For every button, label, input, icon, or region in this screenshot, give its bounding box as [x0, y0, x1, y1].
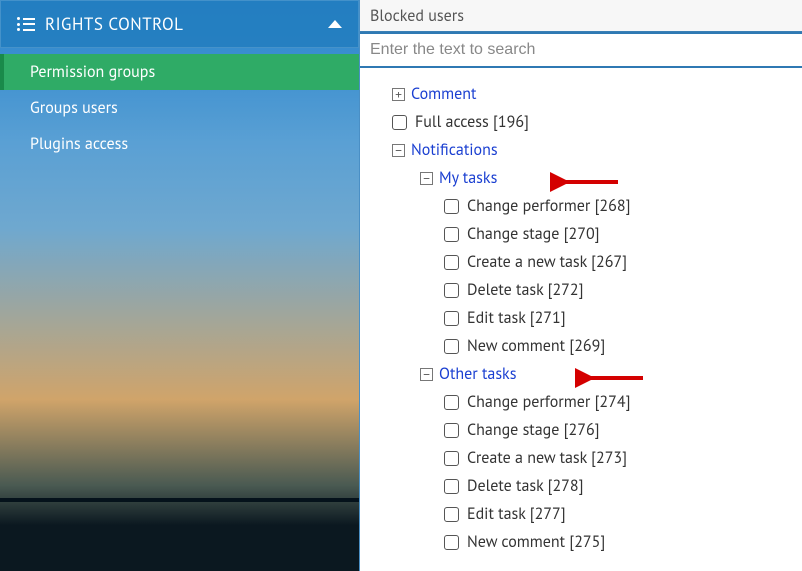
tree-label: Full access [196]: [415, 112, 529, 132]
sidebar-item-label: Groups users: [30, 98, 118, 118]
tree-label[interactable]: My tasks: [439, 168, 497, 188]
main-panel: Blocked users + Comment Full access [196…: [359, 0, 802, 571]
checkbox[interactable]: [444, 283, 459, 298]
tree-leaf[interactable]: New comment [275]: [364, 528, 798, 556]
sidebar-title: RIGHTS CONTROL: [45, 13, 183, 35]
tree-leaf[interactable]: Change stage [270]: [364, 220, 798, 248]
tree-label: New comment [275]: [467, 532, 605, 552]
checkbox[interactable]: [444, 255, 459, 270]
collapse-icon[interactable]: −: [420, 368, 433, 381]
tree-label: Delete task [272]: [467, 280, 583, 300]
checkbox[interactable]: [444, 311, 459, 326]
tree-label: New comment [269]: [467, 336, 605, 356]
search-bar: [360, 32, 802, 68]
tree-label: Change stage [276]: [467, 420, 600, 440]
checkbox[interactable]: [444, 451, 459, 466]
tree-leaf[interactable]: Delete task [278]: [364, 472, 798, 500]
tree-leaf[interactable]: Change performer [274]: [364, 388, 798, 416]
sidebar-header-rights-control[interactable]: RIGHTS CONTROL: [0, 0, 359, 48]
tree-leaf[interactable]: Create a new task [273]: [364, 444, 798, 472]
checkbox[interactable]: [392, 115, 407, 130]
sidebar-item-label: Plugins access: [30, 134, 128, 154]
collapse-icon[interactable]: −: [420, 172, 433, 185]
tree-label: Edit task [277]: [467, 504, 566, 524]
collapse-icon[interactable]: −: [392, 144, 405, 157]
tree-label[interactable]: Comment: [411, 84, 476, 104]
checkbox[interactable]: [444, 339, 459, 354]
tree-leaf[interactable]: New comment [269]: [364, 332, 798, 360]
tree-label: Change performer [274]: [467, 392, 630, 412]
sidebar: RIGHTS CONTROL Permission groups Groups …: [0, 0, 359, 571]
checkbox[interactable]: [444, 227, 459, 242]
sidebar-item-plugins-access[interactable]: Plugins access: [0, 126, 359, 162]
sidebar-items: Permission groups Groups users Plugins a…: [0, 48, 359, 162]
page-title: Blocked users: [370, 6, 464, 26]
tree-leaf[interactable]: Change stage [276]: [364, 416, 798, 444]
chevron-up-icon: [328, 20, 342, 28]
tree-leaf[interactable]: Create a new task [267]: [364, 248, 798, 276]
expand-icon[interactable]: +: [392, 88, 405, 101]
tree-node-notifications[interactable]: − Notifications: [364, 136, 798, 164]
checkbox[interactable]: [444, 423, 459, 438]
tree-node-other-tasks[interactable]: − Other tasks: [364, 360, 798, 388]
tree-node-comment[interactable]: + Comment: [364, 80, 798, 108]
sidebar-item-permission-groups[interactable]: Permission groups: [0, 54, 359, 90]
sidebar-item-label: Permission groups: [30, 62, 155, 82]
tree-label: Create a new task [273]: [467, 448, 627, 468]
checkbox[interactable]: [444, 535, 459, 550]
tree-label: Edit task [271]: [467, 308, 566, 328]
tree-leaf[interactable]: Change performer [268]: [364, 192, 798, 220]
list-icon: [17, 17, 35, 31]
tree-leaf[interactable]: Delete task [272]: [364, 276, 798, 304]
tree-node-my-tasks[interactable]: − My tasks: [364, 164, 798, 192]
tree-node-full-access[interactable]: Full access [196]: [364, 108, 798, 136]
checkbox[interactable]: [444, 479, 459, 494]
tree-leaf[interactable]: Edit task [277]: [364, 500, 798, 528]
tree-label[interactable]: Other tasks: [439, 364, 516, 384]
permission-tree: + Comment Full access [196] − Notificati…: [360, 68, 802, 560]
tree-label: Change stage [270]: [467, 224, 600, 244]
tree-label: Delete task [278]: [467, 476, 583, 496]
checkbox[interactable]: [444, 507, 459, 522]
tree-leaf[interactable]: Edit task [271]: [364, 304, 798, 332]
tree-label[interactable]: Notifications: [411, 140, 498, 160]
topbar: Blocked users: [360, 0, 802, 32]
search-input[interactable]: [370, 41, 792, 59]
checkbox[interactable]: [444, 199, 459, 214]
checkbox[interactable]: [444, 395, 459, 410]
tree-label: Change performer [268]: [467, 196, 630, 216]
tree-label: Create a new task [267]: [467, 252, 627, 272]
sidebar-item-groups-users[interactable]: Groups users: [0, 90, 359, 126]
